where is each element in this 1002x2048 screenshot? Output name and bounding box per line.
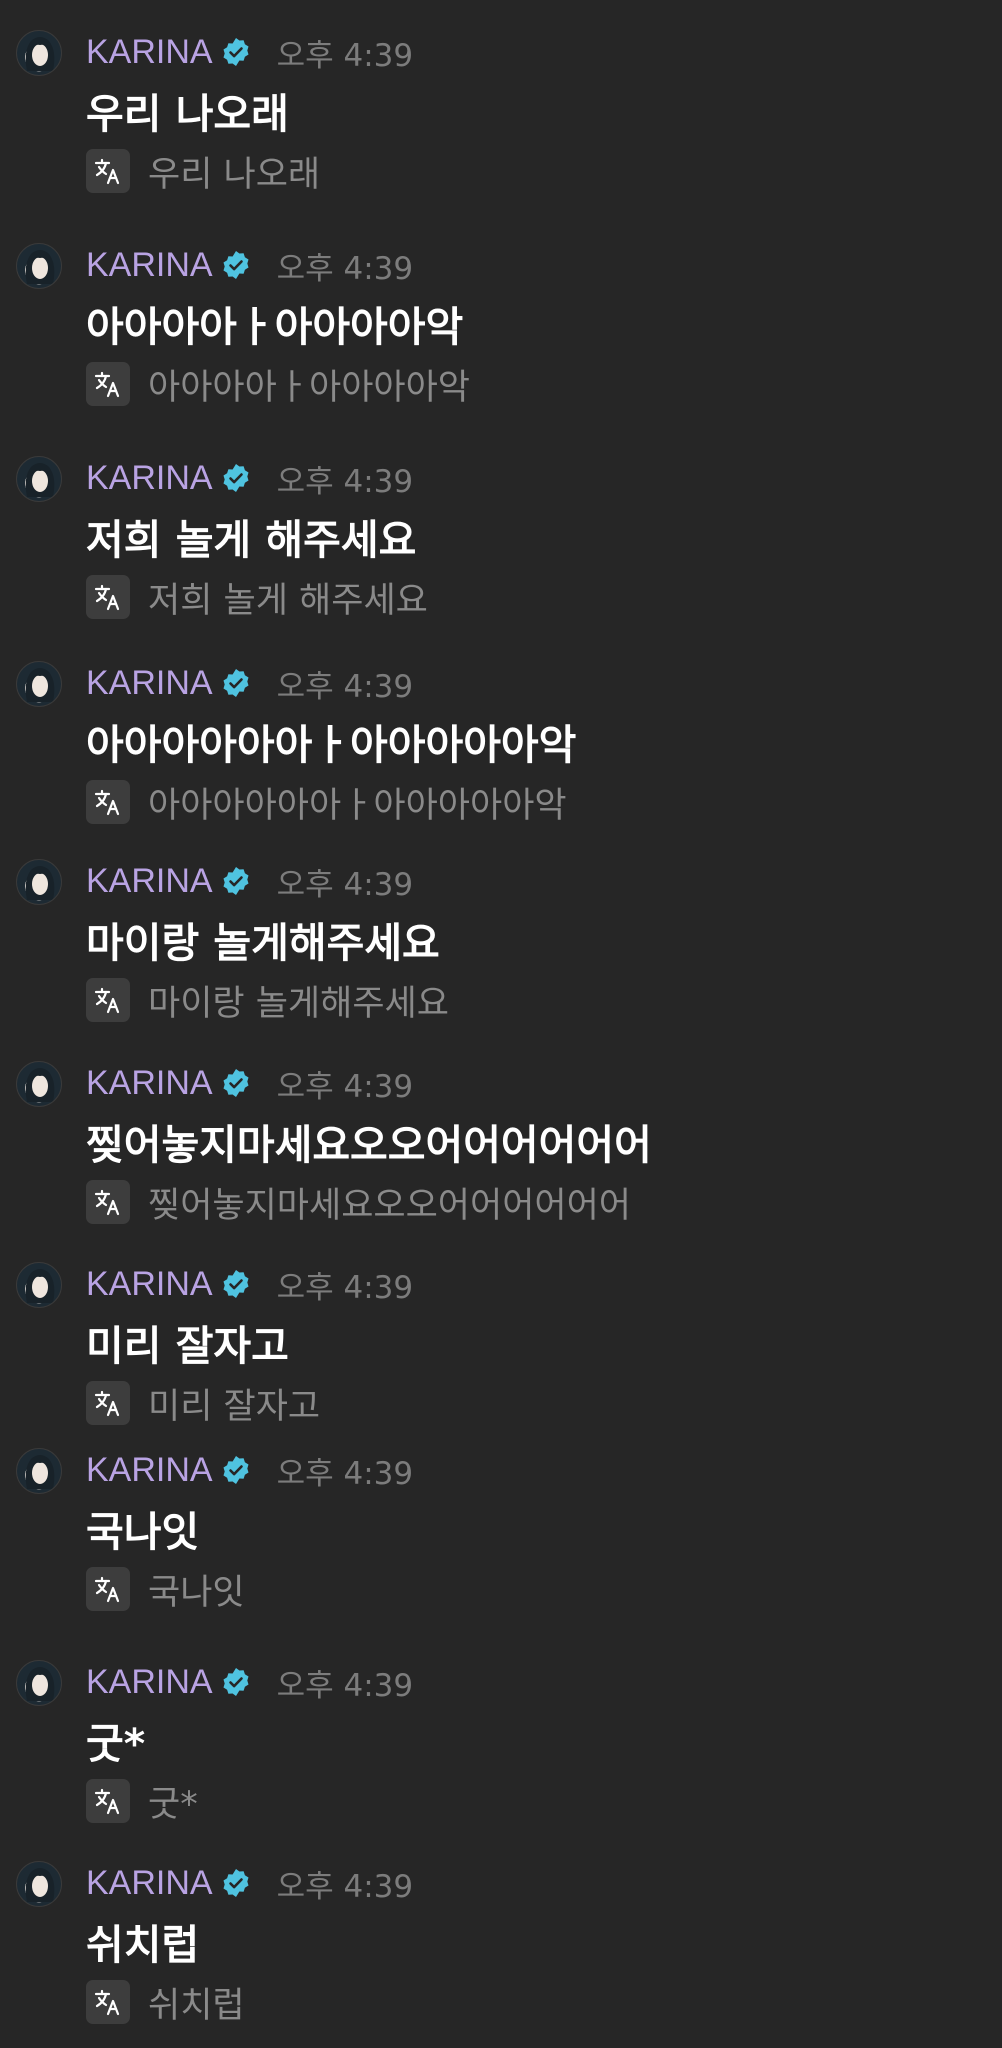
verified-badge-icon xyxy=(221,1269,251,1299)
translation-text: 굿* xyxy=(148,1784,198,1825)
verified-badge-icon xyxy=(221,1455,251,1485)
avatar[interactable] xyxy=(16,456,62,502)
timestamp: 오후 4:39 xyxy=(276,250,414,287)
username[interactable]: KARINA xyxy=(86,1451,213,1490)
message-text: 굿* xyxy=(86,1720,146,1768)
timestamp: 오후 4:39 xyxy=(276,866,414,903)
translate-icon[interactable] xyxy=(86,1779,130,1823)
translation-row: 우리 나오래 xyxy=(86,148,321,195)
avatar[interactable] xyxy=(16,661,62,707)
translation-row: 마이랑 놀게해주세요 xyxy=(86,977,449,1024)
verified-badge-icon xyxy=(221,866,251,896)
message-header: KARINA 오후 4:39 xyxy=(86,32,414,74)
translation-row: 국나잇 xyxy=(86,1566,245,1613)
username[interactable]: KARINA xyxy=(86,862,213,901)
username[interactable]: KARINA xyxy=(86,459,213,498)
translation-text: 아아아아ㅏ아아아아악 xyxy=(148,367,471,408)
message-text: 저희 놀게 해주세요 xyxy=(86,516,417,564)
translation-row: 아아아아ㅏ아아아아악 xyxy=(86,361,471,408)
translation-row: 저희 놀게 해주세요 xyxy=(86,574,428,621)
timestamp: 오후 4:39 xyxy=(276,1068,414,1105)
translation-text: 찢어놓지마세요오오어어어어어어 xyxy=(148,1185,632,1226)
username[interactable]: KARINA xyxy=(86,246,213,285)
translate-icon[interactable] xyxy=(86,1567,130,1611)
username[interactable]: KARINA xyxy=(86,1663,213,1702)
username[interactable]: KARINA xyxy=(86,33,213,72)
translation-row: 아아아아아아ㅏ아아아아아악 xyxy=(86,779,567,826)
avatar[interactable] xyxy=(16,1861,62,1907)
avatar[interactable] xyxy=(16,243,62,289)
translation-text: 우리 나오래 xyxy=(148,154,321,195)
translation-row: 찢어놓지마세요오오어어어어어어 xyxy=(86,1179,632,1226)
message-text: 우리 나오래 xyxy=(86,90,289,138)
avatar[interactable] xyxy=(16,30,62,76)
verified-badge-icon xyxy=(221,250,251,280)
username[interactable]: KARINA xyxy=(86,1064,213,1103)
message-text: 국나잇 xyxy=(86,1508,200,1556)
timestamp: 오후 4:39 xyxy=(276,37,414,74)
message-header: KARINA 오후 4:39 xyxy=(86,663,414,705)
translation-row: 쉬치럽 xyxy=(86,1979,245,2026)
message-text: 미리 잘자고 xyxy=(86,1322,289,1370)
translate-icon[interactable] xyxy=(86,149,130,193)
message-text: 찢어놓지마세요오오어어어어어어 xyxy=(86,1121,652,1169)
message-header: KARINA 오후 4:39 xyxy=(86,1863,414,1905)
timestamp: 오후 4:39 xyxy=(276,1269,414,1306)
translation-text: 쉬치럽 xyxy=(148,1985,245,2026)
translate-icon[interactable] xyxy=(86,1980,130,2024)
translation-text: 미리 잘자고 xyxy=(148,1386,321,1427)
message-header: KARINA 오후 4:39 xyxy=(86,245,414,287)
translate-icon[interactable] xyxy=(86,362,130,406)
translate-icon[interactable] xyxy=(86,1381,130,1425)
avatar[interactable] xyxy=(16,1448,62,1494)
message-text: 마이랑 놀게해주세요 xyxy=(86,919,440,967)
translation-text: 국나잇 xyxy=(148,1572,245,1613)
message-header: KARINA 오후 4:39 xyxy=(86,458,414,500)
avatar[interactable] xyxy=(16,1660,62,1706)
message-header: KARINA 오후 4:39 xyxy=(86,861,414,903)
avatar[interactable] xyxy=(16,1262,62,1308)
translate-icon[interactable] xyxy=(86,575,130,619)
message-header: KARINA 오후 4:39 xyxy=(86,1450,414,1492)
translation-text: 아아아아아아ㅏ아아아아아악 xyxy=(148,785,567,826)
verified-badge-icon xyxy=(221,463,251,493)
avatar[interactable] xyxy=(16,859,62,905)
timestamp: 오후 4:39 xyxy=(276,668,414,705)
translate-icon[interactable] xyxy=(86,978,130,1022)
timestamp: 오후 4:39 xyxy=(276,463,414,500)
message-text: 아아아아아아ㅏ아아아아아악 xyxy=(86,721,577,769)
verified-badge-icon xyxy=(221,1868,251,1898)
message-header: KARINA 오후 4:39 xyxy=(86,1662,414,1704)
verified-badge-icon xyxy=(221,668,251,698)
timestamp: 오후 4:39 xyxy=(276,1667,414,1704)
translate-icon[interactable] xyxy=(86,780,130,824)
translation-row: 미리 잘자고 xyxy=(86,1380,321,1427)
message-text: 아아아아ㅏ아아아아악 xyxy=(86,303,464,351)
verified-badge-icon xyxy=(221,1667,251,1697)
message-text: 쉬치럽 xyxy=(86,1921,200,1969)
avatar[interactable] xyxy=(16,1061,62,1107)
translation-text: 마이랑 놀게해주세요 xyxy=(148,983,449,1024)
translation-row: 굿* xyxy=(86,1778,198,1825)
verified-badge-icon xyxy=(221,1068,251,1098)
username[interactable]: KARINA xyxy=(86,1265,213,1304)
translation-text: 저희 놀게 해주세요 xyxy=(148,580,428,621)
timestamp: 오후 4:39 xyxy=(276,1455,414,1492)
username[interactable]: KARINA xyxy=(86,1864,213,1903)
verified-badge-icon xyxy=(221,37,251,67)
username[interactable]: KARINA xyxy=(86,664,213,703)
timestamp: 오후 4:39 xyxy=(276,1868,414,1905)
message-header: KARINA 오후 4:39 xyxy=(86,1264,414,1306)
translate-icon[interactable] xyxy=(86,1180,130,1224)
message-header: KARINA 오후 4:39 xyxy=(86,1063,414,1105)
